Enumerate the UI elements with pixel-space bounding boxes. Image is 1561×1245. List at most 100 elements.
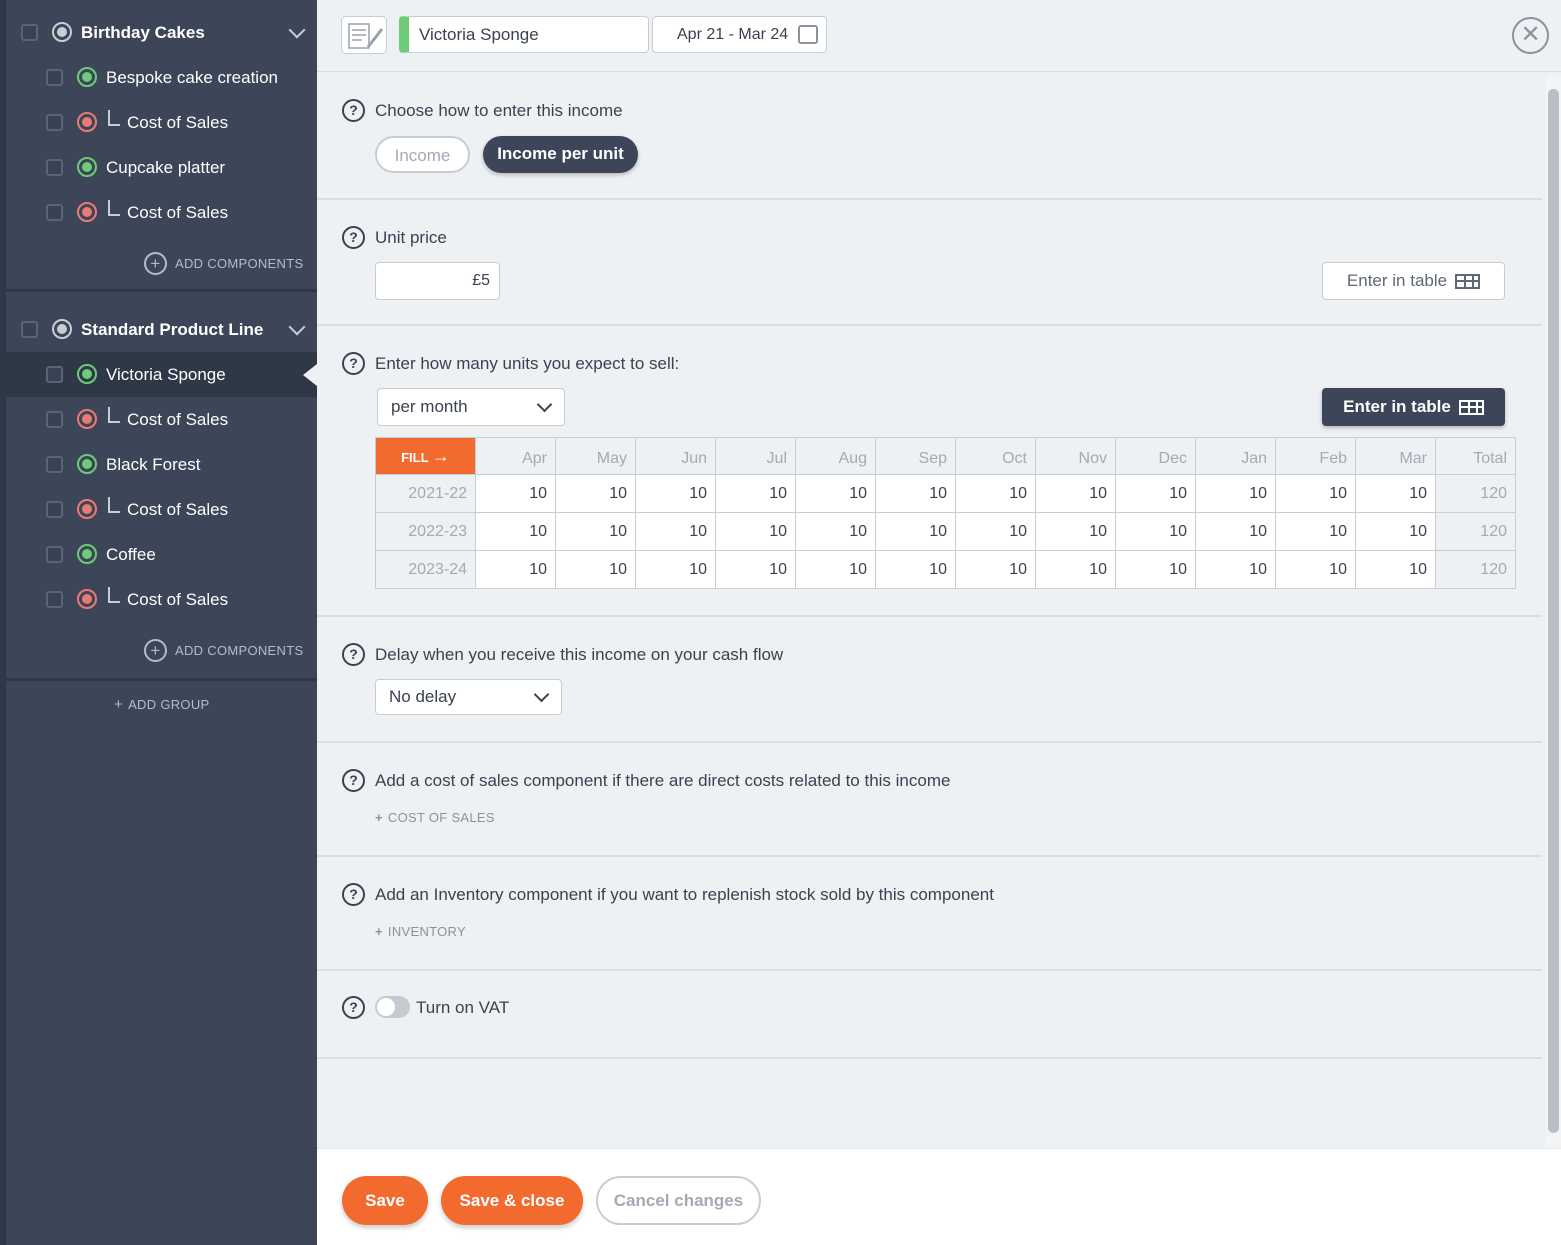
unit-cell[interactable]: 10 — [1275, 474, 1356, 513]
unit-cell[interactable]: 10 — [1035, 474, 1116, 513]
item-checkbox[interactable] — [46, 456, 63, 473]
unit-cell[interactable]: 10 — [1115, 550, 1196, 589]
unit-cell[interactable]: 10 — [1275, 512, 1356, 551]
item-checkbox[interactable] — [46, 114, 63, 131]
unit-cell[interactable]: 10 — [1275, 550, 1356, 589]
sidebar-item-cost-of-sales[interactable]: Cost of Sales — [6, 397, 317, 442]
unit-cell[interactable]: 10 — [715, 474, 796, 513]
sidebar-item-bespoke-cake-creation[interactable]: Bespoke cake creation — [6, 55, 317, 100]
unit-cell[interactable]: 10 — [875, 550, 956, 589]
edit-notes-icon[interactable] — [341, 16, 387, 54]
save-and-close-button[interactable]: Save & close — [441, 1176, 583, 1225]
sidebar-item-victoria-sponge[interactable]: Victoria Sponge — [6, 352, 317, 397]
income-per-unit-option-button[interactable]: Income per unit — [483, 136, 638, 173]
close-button[interactable]: ✕ — [1512, 17, 1549, 54]
add-components-button[interactable]: + ADD COMPONENTS — [144, 252, 303, 275]
unit-cell[interactable]: 10 — [475, 550, 556, 589]
unit-cell[interactable]: 10 — [875, 512, 956, 551]
date-range-picker[interactable]: Apr 21 - Mar 24 — [652, 16, 827, 53]
unit-cell[interactable]: 10 — [955, 512, 1036, 551]
unit-cell[interactable]: 10 — [875, 474, 956, 513]
help-icon[interactable]: ? — [342, 352, 365, 375]
unit-cell[interactable]: 10 — [635, 512, 716, 551]
help-icon[interactable]: ? — [342, 99, 365, 122]
sidebar-item-cost-of-sales[interactable]: Cost of Sales — [6, 100, 317, 145]
unit-cell[interactable]: 10 — [955, 550, 1036, 589]
item-checkbox[interactable] — [46, 204, 63, 221]
sidebar-group-header[interactable]: Birthday Cakes — [6, 10, 317, 55]
unit-cell[interactable]: 10 — [1195, 474, 1276, 513]
fill-button[interactable]: FILL → — [375, 437, 476, 475]
units-enter-in-table-button[interactable]: Enter in table — [1322, 388, 1505, 426]
item-checkbox[interactable] — [46, 501, 63, 518]
tree-branch-icon — [108, 200, 120, 216]
sidebar-group-header[interactable]: Standard Product Line — [6, 307, 317, 352]
item-checkbox[interactable] — [46, 366, 63, 383]
item-checkbox[interactable] — [46, 69, 63, 86]
unit-cell[interactable]: 10 — [1035, 550, 1116, 589]
unit-cell[interactable]: 10 — [795, 474, 876, 513]
sidebar-item-cost-of-sales[interactable]: Cost of Sales — [6, 487, 317, 532]
group-checkbox[interactable] — [21, 24, 38, 41]
unit-cell[interactable]: 10 — [1115, 512, 1196, 551]
sidebar-item-black-forest[interactable]: Black Forest — [6, 442, 317, 487]
unit-price-enter-in-table-button[interactable]: Enter in table — [1322, 262, 1505, 300]
period-select[interactable]: per month — [377, 388, 565, 426]
sidebar-item-cost-of-sales[interactable]: Cost of Sales — [6, 190, 317, 235]
add-cost-of-sales-button[interactable]: + COST OF SALES — [375, 810, 495, 825]
unit-cell[interactable]: 10 — [1195, 512, 1276, 551]
tree-branch-icon — [108, 110, 120, 126]
item-checkbox[interactable] — [46, 411, 63, 428]
add-group-button[interactable]: + ADD GROUP — [114, 696, 210, 713]
unit-cell[interactable]: 10 — [795, 550, 876, 589]
scrollbar-thumb[interactable] — [1548, 89, 1559, 1133]
unit-price-title: Unit price — [375, 228, 447, 247]
unit-cell[interactable]: 10 — [1195, 550, 1276, 589]
sidebar-item-cost-of-sales[interactable]: Cost of Sales — [6, 577, 317, 622]
help-icon[interactable]: ? — [342, 226, 365, 249]
unit-cell[interactable]: 10 — [1115, 474, 1196, 513]
help-icon[interactable]: ? — [342, 996, 365, 1019]
unit-cell[interactable]: 10 — [1355, 550, 1436, 589]
save-button[interactable]: Save — [342, 1176, 428, 1225]
unit-cell[interactable]: 10 — [635, 474, 716, 513]
item-checkbox[interactable] — [46, 159, 63, 176]
unit-cell[interactable]: 10 — [795, 512, 876, 551]
sidebar-item-coffee[interactable]: Coffee — [6, 532, 317, 577]
delay-select[interactable]: No delay — [375, 679, 562, 715]
unit-cell[interactable]: 10 — [635, 550, 716, 589]
unit-cell[interactable]: 10 — [1035, 512, 1116, 551]
row-year: 2021-22 — [375, 474, 476, 513]
group-checkbox[interactable] — [21, 321, 38, 338]
chevron-down-icon[interactable] — [288, 21, 306, 39]
help-icon[interactable]: ? — [342, 769, 365, 792]
unit-price-input[interactable]: £5 — [375, 262, 500, 300]
item-checkbox[interactable] — [46, 546, 63, 563]
unit-cell[interactable]: 10 — [475, 512, 556, 551]
help-icon[interactable]: ? — [342, 643, 365, 666]
help-icon[interactable]: ? — [342, 883, 365, 906]
unit-cell[interactable]: 10 — [1355, 474, 1436, 513]
column-header: Feb — [1275, 437, 1356, 475]
component-name-input[interactable]: Victoria Sponge — [399, 16, 649, 53]
unit-cell[interactable]: 10 — [715, 512, 796, 551]
income-option-button[interactable]: Income — [375, 136, 470, 173]
cancel-changes-button[interactable]: Cancel changes — [596, 1176, 761, 1225]
add-components-button[interactable]: + ADD COMPONENTS — [144, 639, 303, 662]
unit-cell[interactable]: 10 — [555, 474, 636, 513]
chevron-down-icon[interactable] — [288, 318, 306, 336]
add-inventory-button[interactable]: + INVENTORY — [375, 924, 466, 939]
sidebar-item-cupcake-platter[interactable]: Cupcake platter — [6, 145, 317, 190]
add-group-label: ADD GROUP — [128, 697, 210, 712]
scrollbar[interactable] — [1546, 75, 1561, 1148]
unit-cell[interactable]: 10 — [1355, 512, 1436, 551]
sidebar-item-label: Coffee — [106, 544, 156, 564]
unit-cell[interactable]: 10 — [955, 474, 1036, 513]
unit-cell[interactable]: 10 — [555, 512, 636, 551]
item-checkbox[interactable] — [46, 591, 63, 608]
unit-cell[interactable]: 10 — [715, 550, 796, 589]
unit-cell[interactable]: 10 — [555, 550, 636, 589]
column-header: Mar — [1355, 437, 1436, 475]
unit-cell[interactable]: 10 — [475, 474, 556, 513]
vat-toggle[interactable] — [375, 996, 410, 1018]
